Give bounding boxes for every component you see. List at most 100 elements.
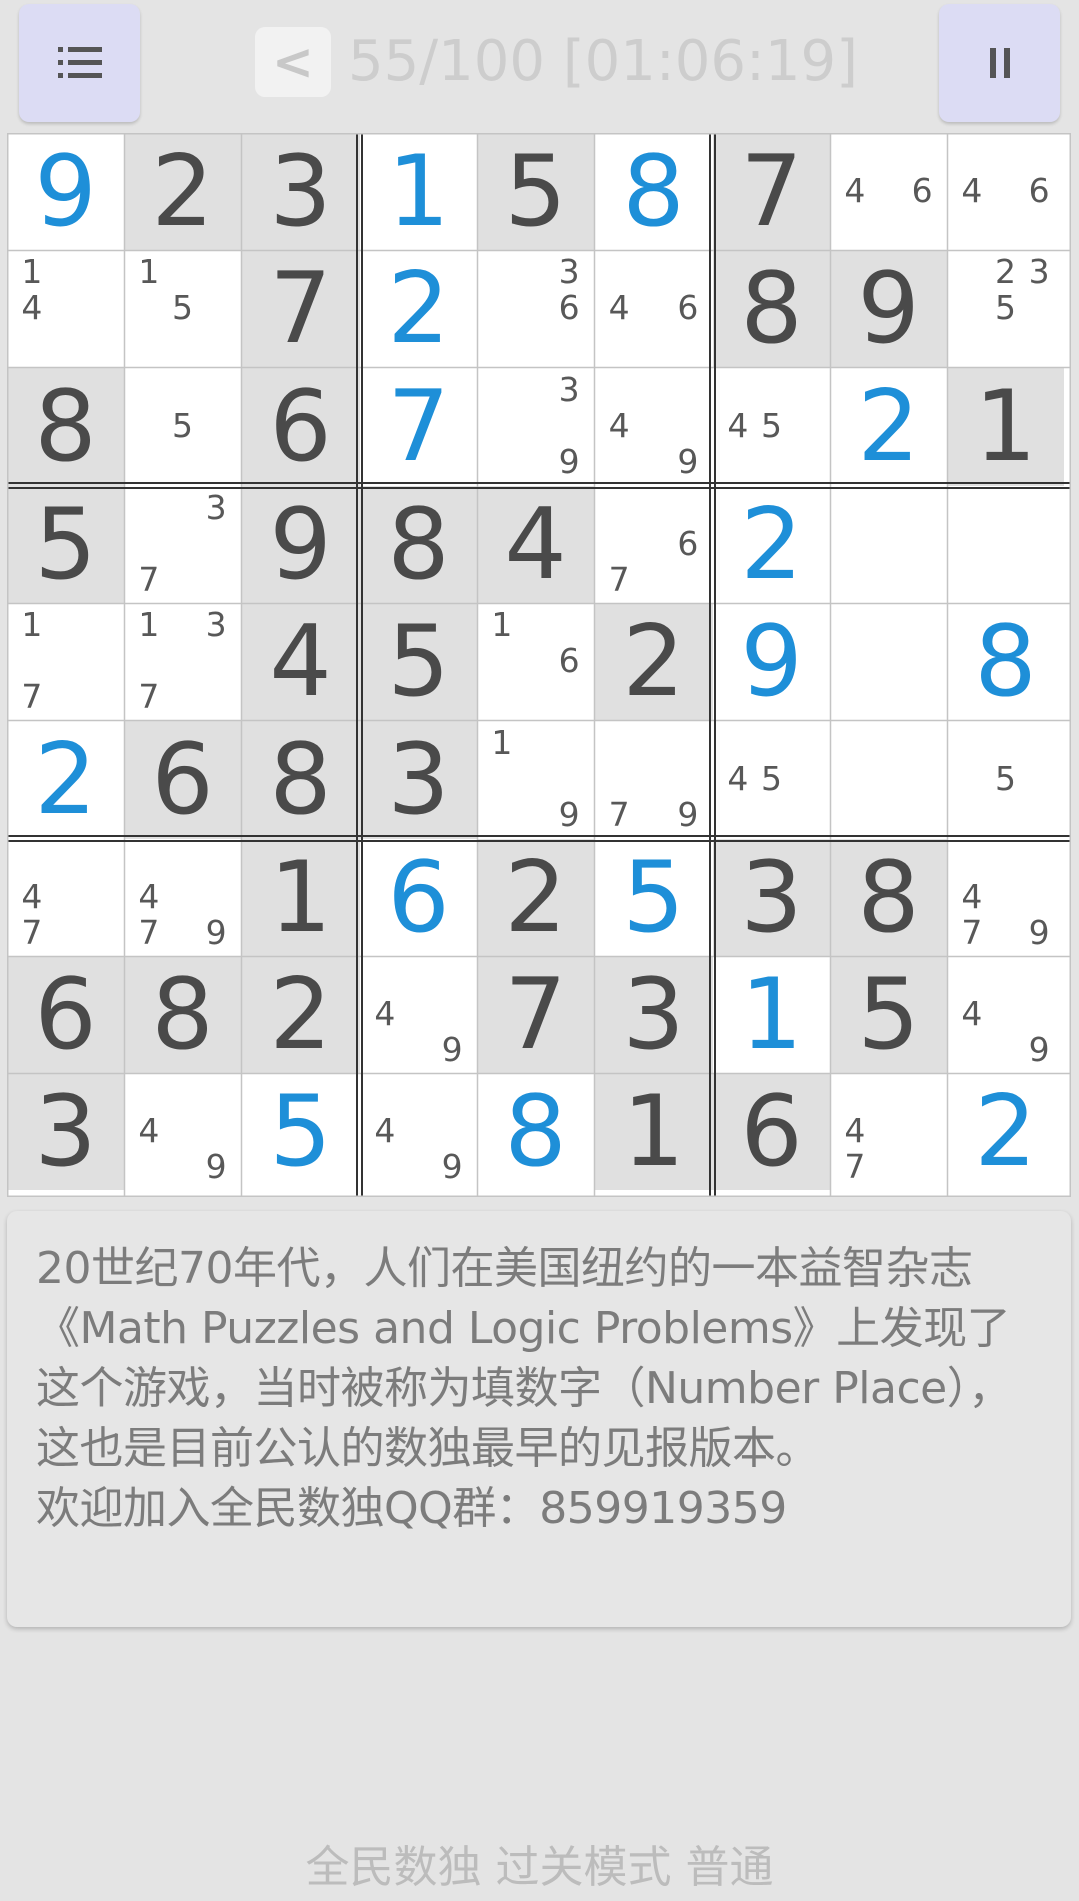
note-slot xyxy=(132,371,166,407)
cell-r2c6[interactable]: 46 xyxy=(594,250,713,367)
cell-r3c2[interactable]: 5 xyxy=(124,367,241,486)
cell-r2c8[interactable]: 9 xyxy=(830,250,947,367)
cell-r9c6[interactable]: 1 xyxy=(594,1073,713,1190)
cell-r1c5[interactable]: 5 xyxy=(477,133,594,250)
cell-r2c2[interactable]: 15 xyxy=(124,250,241,367)
cell-r5c6[interactable]: 2 xyxy=(594,603,713,720)
cell-r3c8[interactable]: 2 xyxy=(830,367,947,486)
cell-r8c2[interactable]: 8 xyxy=(124,956,241,1073)
cell-r1c6[interactable]: 8 xyxy=(594,133,713,250)
cell-r3c9[interactable]: 1 xyxy=(947,367,1064,486)
note-slot xyxy=(15,843,49,879)
cell-r5c4[interactable]: 5 xyxy=(360,603,477,720)
cell-r2c5[interactable]: 36 xyxy=(477,250,594,367)
cell-value: 9 xyxy=(269,487,332,602)
cell-r4c2[interactable]: 37 xyxy=(124,486,241,603)
elapsed-timer: [01:06:19] xyxy=(562,29,859,94)
note-digit: 3 xyxy=(205,605,227,645)
note-slot xyxy=(955,290,989,326)
cell-r6c1[interactable]: 2 xyxy=(7,720,124,839)
note-slot xyxy=(402,1031,436,1067)
cell-r7c1[interactable]: 47 xyxy=(7,839,124,956)
cell-r5c3[interactable]: 4 xyxy=(241,603,360,720)
cell-r8c4[interactable]: 49 xyxy=(360,956,477,1073)
cell-r6c2[interactable]: 6 xyxy=(124,720,241,839)
cell-r2c4[interactable]: 2 xyxy=(360,250,477,367)
cell-r1c1[interactable]: 9 xyxy=(7,133,124,250)
cell-r3c4[interactable]: 7 xyxy=(360,367,477,486)
cell-r5c9[interactable]: 8 xyxy=(947,603,1064,720)
cell-r3c1[interactable]: 8 xyxy=(7,367,124,486)
cell-r9c3[interactable]: 5 xyxy=(241,1073,360,1190)
cell-r6c7[interactable]: 45 xyxy=(713,720,830,839)
cell-r4c8[interactable] xyxy=(830,486,947,603)
note-slot xyxy=(166,444,200,480)
cell-r9c4[interactable]: 49 xyxy=(360,1073,477,1190)
cell-r8c7[interactable]: 1 xyxy=(713,956,830,1073)
cell-r4c5[interactable]: 4 xyxy=(477,486,594,603)
cell-r4c3[interactable]: 9 xyxy=(241,486,360,603)
cell-r8c9[interactable]: 49 xyxy=(947,956,1064,1073)
cell-r9c8[interactable]: 47 xyxy=(830,1073,947,1190)
back-button[interactable]: < xyxy=(255,27,331,97)
cell-r6c9[interactable]: 5 xyxy=(947,720,1064,839)
cell-r3c5[interactable]: 39 xyxy=(477,367,594,486)
cell-r8c6[interactable]: 3 xyxy=(594,956,713,1073)
cell-r5c7[interactable]: 9 xyxy=(713,603,830,720)
note-slot xyxy=(519,797,553,833)
cell-r8c8[interactable]: 5 xyxy=(830,956,947,1073)
cell-r7c8[interactable]: 8 xyxy=(830,839,947,956)
cell-r4c9[interactable] xyxy=(947,486,1064,603)
cell-r2c7[interactable]: 8 xyxy=(713,250,830,367)
cell-r5c1[interactable]: 17 xyxy=(7,603,124,720)
cell-r8c3[interactable]: 2 xyxy=(241,956,360,1073)
cell-r6c4[interactable]: 3 xyxy=(360,720,477,839)
cell-r5c5[interactable]: 16 xyxy=(477,603,594,720)
cell-r4c4[interactable]: 8 xyxy=(360,486,477,603)
note-slot xyxy=(402,1113,436,1149)
cell-r2c1[interactable]: 14 xyxy=(7,250,124,367)
cell-r6c8[interactable] xyxy=(830,720,947,839)
cell-r1c2[interactable]: 2 xyxy=(124,133,241,250)
note-digit: 6 xyxy=(1028,170,1050,210)
note-digit: 9 xyxy=(205,1146,227,1186)
cell-r5c2[interactable]: 1 3 7 xyxy=(124,603,241,720)
cell-r6c5[interactable]: 19 xyxy=(477,720,594,839)
cell-r6c6[interactable]: 79 xyxy=(594,720,713,839)
note-slot xyxy=(166,1113,200,1149)
cell-r1c4[interactable]: 1 xyxy=(360,133,477,250)
cell-r3c7[interactable]: 45 xyxy=(713,367,830,486)
cell-r2c9[interactable]: 235 xyxy=(947,250,1064,367)
cell-r8c1[interactable]: 6 xyxy=(7,956,124,1073)
cell-r7c5[interactable]: 2 xyxy=(477,839,594,956)
cell-r8c5[interactable]: 7 xyxy=(477,956,594,1073)
cell-r4c1[interactable]: 5 xyxy=(7,486,124,603)
cell-r7c7[interactable]: 3 xyxy=(713,839,830,956)
cell-r4c6[interactable]: 67 xyxy=(594,486,713,603)
cell-r1c3[interactable]: 3 xyxy=(241,133,360,250)
cell-r3c6[interactable]: 49 xyxy=(594,367,713,486)
menu-button[interactable] xyxy=(19,4,140,122)
cell-r9c2[interactable]: 49 xyxy=(124,1073,241,1190)
cell-r5c8[interactable] xyxy=(830,603,947,720)
cell-r3c3[interactable]: 6 xyxy=(241,367,360,486)
cell-r2c3[interactable]: 7 xyxy=(241,250,360,367)
cell-r1c7[interactable]: 7 xyxy=(713,133,830,250)
cell-r9c9[interactable]: 2 xyxy=(947,1073,1064,1190)
note-digit: 7 xyxy=(608,559,630,599)
note-slot xyxy=(989,797,1023,833)
cell-r7c4[interactable]: 6 xyxy=(360,839,477,956)
cell-r9c7[interactable]: 6 xyxy=(713,1073,830,1190)
pause-button[interactable] xyxy=(939,4,1060,122)
cell-r7c9[interactable]: 47 9 xyxy=(947,839,1064,956)
cell-r7c2[interactable]: 47 9 xyxy=(124,839,241,956)
note-slot xyxy=(872,137,906,173)
cell-r4c7[interactable]: 2 xyxy=(713,486,830,603)
cell-r6c3[interactable]: 8 xyxy=(241,720,360,839)
cell-r9c1[interactable]: 3 xyxy=(7,1073,124,1190)
cell-r1c8[interactable]: 46 xyxy=(830,133,947,250)
cell-r1c9[interactable]: 46 xyxy=(947,133,1064,250)
cell-r7c6[interactable]: 5 xyxy=(594,839,713,956)
cell-r9c5[interactable]: 8 xyxy=(477,1073,594,1190)
cell-r7c3[interactable]: 1 xyxy=(241,839,360,956)
